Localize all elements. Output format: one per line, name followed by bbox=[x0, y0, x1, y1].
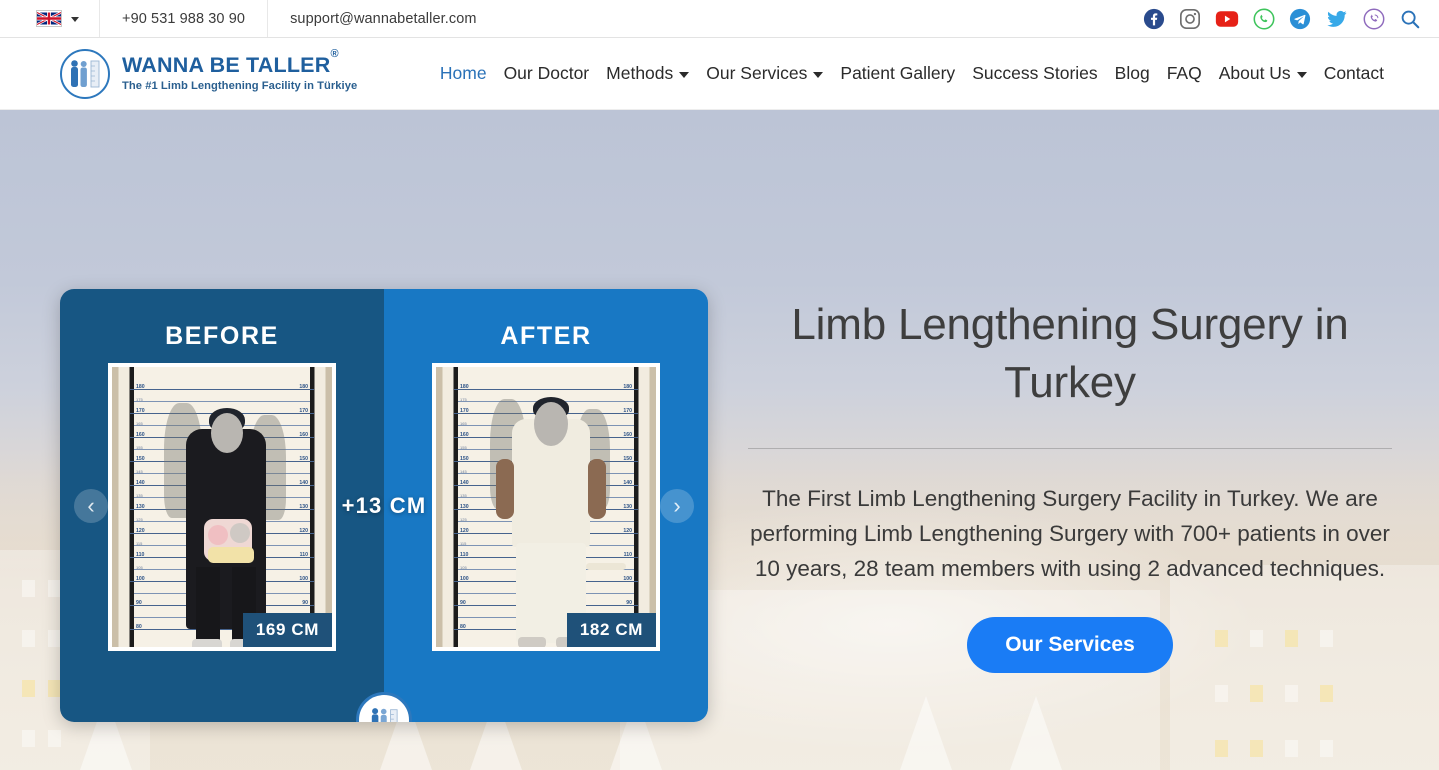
top-bar: +90 531 988 30 90 support@wannabetaller.… bbox=[0, 0, 1439, 38]
nav-item-success-stories[interactable]: Success Stories bbox=[972, 63, 1097, 84]
nav-item-patient-gallery[interactable]: Patient Gallery bbox=[840, 63, 955, 84]
nav-label: Contact bbox=[1323, 63, 1384, 83]
phone-link[interactable]: +90 531 988 30 90 bbox=[100, 0, 269, 37]
before-held-object-detail bbox=[208, 547, 254, 563]
before-held-object-detail bbox=[230, 523, 250, 543]
nav-label: Success Stories bbox=[972, 63, 1098, 83]
hero-content: Limb Lengthening Surgery in Turkey The F… bbox=[740, 296, 1400, 674]
viber-icon[interactable] bbox=[1363, 8, 1385, 30]
slider-prev-button[interactable]: ‹ bbox=[74, 488, 108, 523]
before-photo: 180 180 175 170 170 165 160 160 155 150 150 … bbox=[108, 363, 336, 651]
nav-item-faq[interactable]: FAQ bbox=[1167, 63, 1202, 84]
nav-label: FAQ bbox=[1166, 63, 1202, 83]
site-header: WANNA BE TALLER® The #1 Limb Lengthening… bbox=[0, 38, 1439, 110]
nav-label: Blog bbox=[1114, 63, 1150, 83]
nav-item-home[interactable]: Home bbox=[440, 63, 487, 84]
facebook-icon[interactable] bbox=[1143, 8, 1165, 30]
instagram-icon[interactable] bbox=[1179, 8, 1201, 30]
nav-item-our-services[interactable]: Our Services bbox=[706, 63, 824, 84]
nav-item-our-doctor[interactable]: Our Doctor bbox=[504, 63, 590, 84]
slider-panel-after: AFTER 180 180 175 170 170 165 160 160 155 1… bbox=[384, 289, 708, 722]
hero-title: Limb Lengthening Surgery in Turkey bbox=[791, 300, 1349, 408]
nav-label: Patient Gallery bbox=[840, 63, 956, 83]
before-person-legs bbox=[196, 567, 220, 645]
youtube-icon[interactable] bbox=[1215, 8, 1239, 30]
before-height-badge: 169 CM bbox=[242, 613, 332, 647]
before-person-face-blur bbox=[211, 413, 243, 453]
nav-label: About Us bbox=[1218, 63, 1291, 83]
language-selector[interactable] bbox=[0, 0, 100, 37]
uk-flag-icon bbox=[36, 10, 62, 27]
after-person-arm bbox=[588, 459, 606, 519]
site-logo[interactable]: WANNA BE TALLER® The #1 Limb Lengthening… bbox=[60, 47, 358, 99]
main-nav: Home Our Doctor Methods Our Services Pat… bbox=[440, 63, 1384, 84]
before-person-shoes bbox=[192, 639, 222, 647]
hero-section: BEFORE 180 180 175 170 170 165 160 160 155 … bbox=[0, 110, 1439, 770]
nav-item-methods[interactable]: Methods bbox=[606, 63, 690, 84]
nav-item-about-us[interactable]: About Us bbox=[1219, 63, 1307, 84]
nav-label: Our Services bbox=[706, 63, 808, 83]
after-person-shoes bbox=[518, 637, 546, 647]
after-handrail bbox=[586, 563, 626, 570]
logo-mark-icon bbox=[60, 48, 110, 99]
nav-label: Home bbox=[439, 63, 487, 83]
nav-label: Methods bbox=[606, 63, 674, 83]
after-height-badge: 182 CM bbox=[566, 613, 656, 647]
before-held-object-detail bbox=[208, 525, 228, 545]
after-person-face-blur bbox=[534, 402, 568, 446]
slider-next-button[interactable]: › bbox=[660, 488, 694, 523]
slider-panel-before: BEFORE 180 180 175 170 170 165 160 160 155 … bbox=[60, 289, 384, 722]
our-services-button[interactable]: Our Services bbox=[967, 617, 1173, 674]
nav-label: Our Doctor bbox=[503, 63, 590, 83]
email-link[interactable]: support@wannabetaller.com bbox=[268, 0, 499, 37]
social-links bbox=[1143, 0, 1439, 37]
telegram-icon[interactable] bbox=[1289, 8, 1311, 30]
logo-tagline: The #1 Limb Lengthening Facility in Türk… bbox=[122, 79, 358, 92]
after-label: AFTER bbox=[500, 322, 592, 350]
chevron-down-icon bbox=[1296, 72, 1307, 78]
nav-item-blog[interactable]: Blog bbox=[1115, 63, 1150, 84]
after-person-arm bbox=[496, 459, 514, 519]
registered-mark: ® bbox=[330, 47, 339, 60]
height-gain-badge: +13 CM bbox=[341, 492, 427, 518]
chevron-down-icon bbox=[813, 72, 824, 78]
hero-description: The First Limb Lengthening Surgery Facil… bbox=[750, 486, 1390, 582]
logo-title: WANNA BE TALLER® bbox=[122, 47, 339, 78]
after-photo: 180 180 175 170 170 165 160 160 155 150 150 … bbox=[432, 363, 660, 651]
chevron-down-icon bbox=[679, 72, 690, 78]
hero-divider bbox=[748, 448, 1392, 450]
before-label: BEFORE bbox=[165, 322, 279, 350]
search-icon[interactable] bbox=[1399, 8, 1421, 30]
chevron-down-icon bbox=[71, 17, 79, 22]
before-after-slider[interactable]: BEFORE 180 180 175 170 170 165 160 160 155 … bbox=[60, 289, 708, 722]
whatsapp-icon[interactable] bbox=[1253, 8, 1275, 30]
twitter-icon[interactable] bbox=[1325, 8, 1349, 30]
nav-item-contact[interactable]: Contact bbox=[1324, 63, 1384, 84]
